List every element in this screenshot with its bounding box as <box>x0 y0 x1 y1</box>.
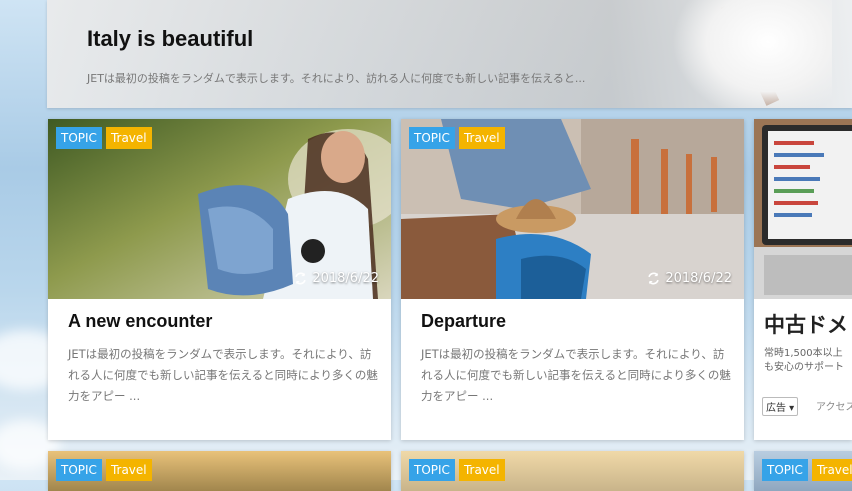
ad-card[interactable]: 中古ドメ 常時1,500本以上 も安心のサポート 広告 ▾ アクセス <box>754 119 852 440</box>
featured-post-banner[interactable]: Italy is beautiful JETは最初の投稿をランダムで表示します。… <box>47 0 852 108</box>
post-card[interactable]: TOPIC Travel 2018/6/22 A new encounter J… <box>48 119 391 440</box>
travel-badge[interactable]: Travel <box>458 127 505 149</box>
ad-label-dropdown[interactable]: 広告 ▾ <box>762 397 799 416</box>
travel-badge[interactable]: Travel <box>458 459 505 481</box>
ad-excerpt-line: も安心のサポート <box>764 362 844 373</box>
topic-badge[interactable]: TOPIC <box>56 127 102 149</box>
post-date: 2018/6/22 <box>647 271 732 286</box>
travel-badge[interactable]: Travel <box>105 459 152 481</box>
post-excerpt: JETは最初の投稿をランダムで表示します。それにより、訪れる人に何度でも新しい記… <box>68 347 378 403</box>
ad-excerpt-line: 常時1,500本以上 <box>764 348 843 359</box>
post-card[interactable]: TOPIC Travel 2018/6/22 Departure JETは最初の… <box>401 119 744 440</box>
category-badges: TOPIC Travel <box>56 127 152 149</box>
topic-badge[interactable]: TOPIC <box>409 459 455 481</box>
featured-post-excerpt: JETは最初の投稿をランダムで表示します。それにより、訪れる人に何度でも新しい記… <box>87 72 586 85</box>
category-badges: TOPIC Travel <box>762 459 852 481</box>
category-badges: TOPIC Travel <box>409 459 505 481</box>
post-card[interactable]: TOPIC Travel <box>401 451 744 491</box>
post-title[interactable]: Departure <box>421 311 506 332</box>
ad-thumbnail[interactable] <box>754 119 852 299</box>
post-card[interactable]: TOPIC Travel <box>754 451 852 491</box>
banner-image-detail <box>672 0 832 108</box>
post-date-text: 2018/6/22 <box>665 271 732 286</box>
post-date: 2018/6/22 <box>294 271 379 286</box>
topic-badge[interactable]: TOPIC <box>56 459 102 481</box>
ad-access-label: アクセス <box>816 402 852 413</box>
topic-badge[interactable]: TOPIC <box>762 459 808 481</box>
topic-badge[interactable]: TOPIC <box>409 127 455 149</box>
refresh-icon <box>295 272 307 285</box>
refresh-icon <box>648 272 660 285</box>
travel-badge[interactable]: Travel <box>811 459 852 481</box>
travel-badge[interactable]: Travel <box>105 127 152 149</box>
ad-excerpt: 常時1,500本以上 も安心のサポート <box>764 347 844 375</box>
post-excerpt: JETは最初の投稿をランダムで表示します。それにより、訪れる人に何度でも新しい記… <box>421 347 731 403</box>
post-date-text: 2018/6/22 <box>312 271 379 286</box>
featured-post-title[interactable]: Italy is beautiful <box>87 26 253 52</box>
post-title[interactable]: A new encounter <box>68 311 212 332</box>
laptop-illustration <box>754 119 852 299</box>
category-badges: TOPIC Travel <box>409 127 505 149</box>
category-badges: TOPIC Travel <box>56 459 152 481</box>
ad-title[interactable]: 中古ドメ <box>764 309 848 339</box>
post-card[interactable]: TOPIC Travel <box>48 451 391 491</box>
